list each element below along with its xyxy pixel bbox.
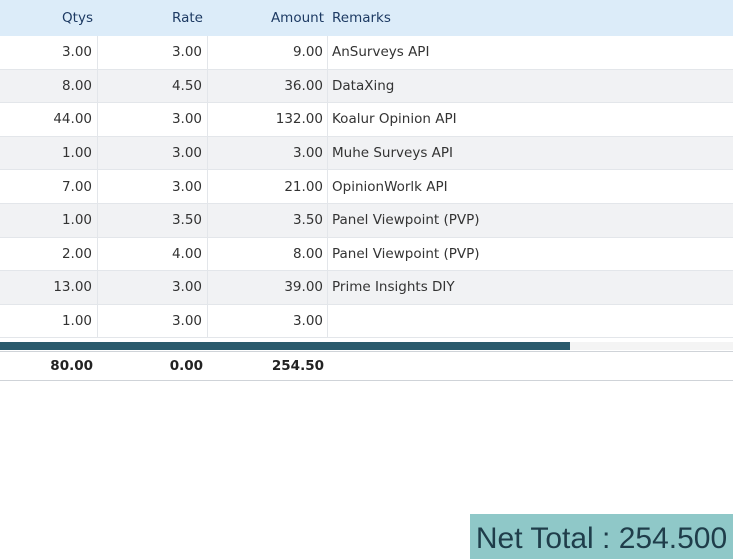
cell-qty[interactable]: 13.00 <box>0 271 98 304</box>
cell-qty[interactable]: 44.00 <box>0 103 98 136</box>
cell-rate[interactable]: 3.00 <box>98 136 208 170</box>
table-row[interactable]: 1.00 3.50 3.50 Panel Viewpoint (PVP) <box>0 203 733 238</box>
cell-remarks[interactable]: Panel Viewpoint (PVP) <box>328 238 733 271</box>
cell-qty[interactable]: 1.00 <box>0 304 98 338</box>
cell-amount[interactable]: 36.00 <box>208 69 328 103</box>
cell-amount[interactable]: 3.00 <box>208 304 328 338</box>
cell-remarks[interactable]: AnSurveys API <box>328 36 733 69</box>
table-row[interactable]: 8.00 4.50 36.00 DataXing <box>0 69 733 104</box>
cell-remarks[interactable]: DataXing <box>328 70 733 103</box>
cell-rate[interactable]: 4.00 <box>98 237 208 271</box>
cell-remarks[interactable] <box>328 305 733 338</box>
column-header-amount[interactable]: Amount <box>208 0 328 36</box>
cell-rate[interactable]: 3.00 <box>98 36 208 69</box>
net-total-label: Net Total : 254.500 <box>470 514 733 559</box>
cell-rate[interactable]: 3.50 <box>98 203 208 237</box>
table-row[interactable]: 44.00 3.00 132.00 Koalur Opinion API <box>0 103 733 137</box>
cell-qty[interactable]: 1.00 <box>0 203 98 237</box>
total-amount: 254.50 <box>271 358 324 374</box>
cell-qty[interactable]: 7.00 <box>0 170 98 203</box>
horizontal-scrollbar[interactable] <box>0 342 733 350</box>
cell-qty[interactable]: 3.00 <box>0 36 98 69</box>
cell-remarks[interactable]: Panel Viewpoint (PVP) <box>328 204 733 237</box>
table-row[interactable]: 2.00 4.00 8.00 Panel Viewpoint (PVP) <box>0 237 733 272</box>
cell-rate[interactable]: 3.00 <box>98 304 208 338</box>
cell-remarks[interactable]: Muhe Surveys API <box>328 137 733 170</box>
table-row[interactable]: 3.00 3.00 9.00 AnSurveys API <box>0 36 733 70</box>
cell-amount[interactable]: 3.50 <box>208 203 328 237</box>
total-rate: 0.00 <box>169 358 203 374</box>
cell-remarks[interactable]: Koalur Opinion API <box>328 103 733 136</box>
column-header-rate[interactable]: Rate <box>98 0 208 36</box>
totals-row: 80.00 0.00 254.50 <box>0 351 733 381</box>
column-header-qty[interactable]: Qtys <box>0 0 98 36</box>
cell-rate[interactable]: 3.00 <box>98 103 208 136</box>
cell-amount[interactable]: 9.00 <box>208 36 328 69</box>
cell-qty[interactable]: 1.00 <box>0 136 98 170</box>
grid-header: Qtys Rate Amount Remarks <box>0 0 733 36</box>
cell-amount[interactable]: 39.00 <box>208 271 328 304</box>
cell-remarks[interactable]: OpinionWorlk API <box>328 170 733 203</box>
table-row[interactable]: 7.00 3.00 21.00 OpinionWorlk API <box>0 170 733 204</box>
scrollbar-thumb[interactable] <box>0 342 570 350</box>
total-qty: 80.00 <box>50 358 93 374</box>
cell-qty[interactable]: 2.00 <box>0 237 98 271</box>
cell-amount[interactable]: 21.00 <box>208 170 328 203</box>
cell-rate[interactable]: 4.50 <box>98 69 208 103</box>
cell-rate[interactable]: 3.00 <box>98 271 208 304</box>
cell-amount[interactable]: 3.00 <box>208 136 328 170</box>
column-header-remarks[interactable]: Remarks <box>328 0 733 36</box>
total-remarks-empty <box>328 352 733 380</box>
cell-amount[interactable]: 132.00 <box>208 103 328 136</box>
table-row[interactable]: 1.00 3.00 3.00 <box>0 304 733 339</box>
cell-qty[interactable]: 8.00 <box>0 69 98 103</box>
cell-remarks[interactable]: Prime Insights DIY <box>328 271 733 304</box>
cell-amount[interactable]: 8.00 <box>208 237 328 271</box>
cell-rate[interactable]: 3.00 <box>98 170 208 203</box>
line-items-grid: Qtys Rate Amount Remarks 3.00 3.00 9.00 … <box>0 0 733 339</box>
table-row[interactable]: 1.00 3.00 3.00 Muhe Surveys API <box>0 136 733 171</box>
table-row[interactable]: 13.00 3.00 39.00 Prime Insights DIY <box>0 271 733 305</box>
